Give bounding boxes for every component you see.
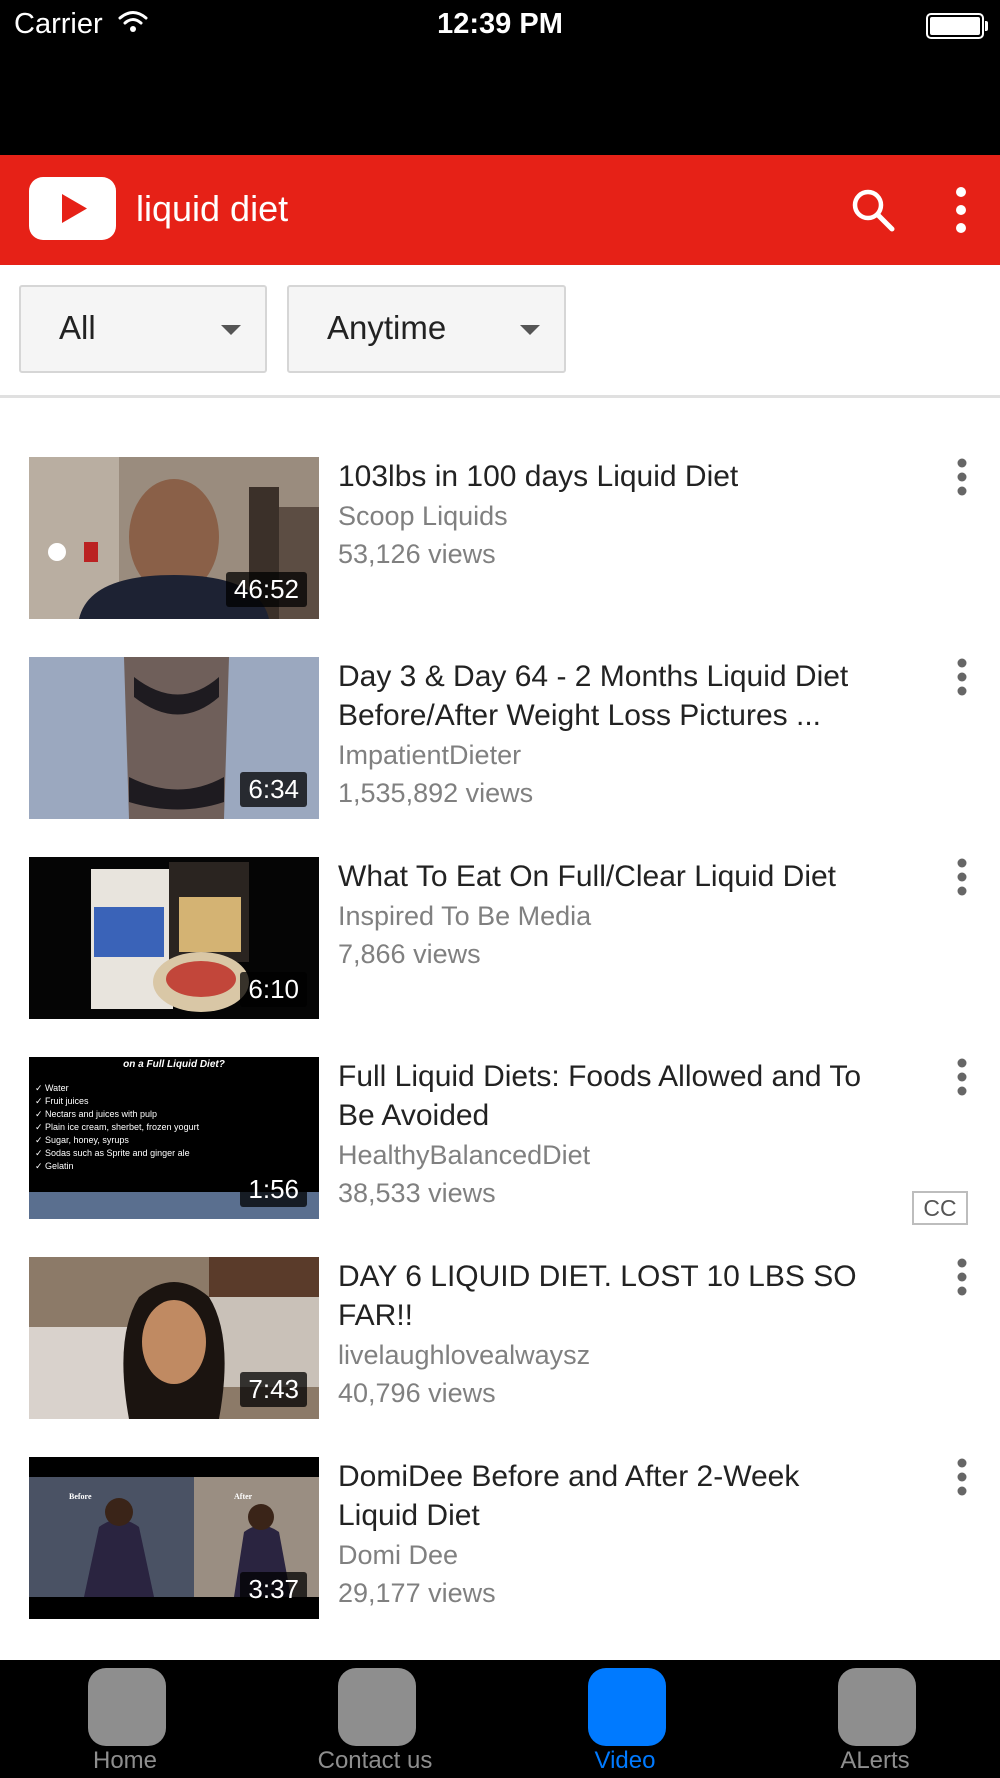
video-title[interactable]: 103lbs in 100 days Liquid Diet: [338, 457, 868, 496]
channel-name: HealthyBalancedDiet: [338, 1140, 591, 1170]
video-title[interactable]: Day 3 & Day 64 - 2 Months Liquid Diet Be…: [338, 657, 868, 735]
alerts-icon: [838, 1668, 916, 1746]
divider: [0, 395, 1000, 398]
channel-name: Scoop Liquids: [338, 501, 508, 531]
thumb-before-label: Before: [69, 1492, 92, 1501]
video-duration: 7:43: [240, 1372, 307, 1407]
list-item[interactable]: 6:10 What To Eat On Full/Clear Liquid Di…: [0, 857, 1000, 1022]
video-title[interactable]: DomiDee Before and After 2-Week Liquid D…: [338, 1457, 868, 1535]
svg-text:✓: ✓: [35, 1123, 43, 1133]
tab-alerts[interactable]: ALerts: [750, 1660, 1000, 1778]
thumb-list-item: Fruit juices: [45, 1096, 89, 1106]
thumb-list-item: Water: [45, 1083, 69, 1093]
view-count: 29,177 views: [338, 1578, 496, 1608]
thumb-list-item: Sugar, honey, syrups: [45, 1135, 129, 1145]
video-title[interactable]: DAY 6 LIQUID DIET. LOST 10 LBS SO FAR!!: [338, 1257, 868, 1335]
video-thumbnail[interactable]: 46:52: [29, 457, 319, 619]
list-item[interactable]: Before After 3:37 DomiDee Before and Aft…: [0, 1457, 1000, 1622]
video-thumbnail[interactable]: 6:34: [29, 657, 319, 819]
tab-home[interactable]: Home: [0, 1660, 250, 1778]
svg-text:✓: ✓: [35, 1097, 43, 1107]
more-options-icon[interactable]: [950, 1257, 974, 1301]
filter-bar: All Anytime: [0, 265, 1000, 375]
view-count: 38,533 views: [338, 1178, 496, 1208]
contact-icon: [338, 1668, 416, 1746]
home-icon: [88, 1668, 166, 1746]
channel-name: Domi Dee: [338, 1540, 459, 1570]
view-count: 40,796 views: [338, 1378, 496, 1408]
date-filter-dropdown[interactable]: Anytime: [287, 285, 566, 373]
type-filter-dropdown[interactable]: All: [19, 285, 267, 373]
video-info[interactable]: Day 3 & Day 64 - 2 Months Liquid Diet Be…: [338, 657, 868, 812]
tab-label: Home: [92, 1747, 158, 1774]
status-bar: Carrier 12:39 PM: [0, 0, 1000, 50]
search-icon[interactable]: [848, 185, 898, 235]
tab-label: ALerts: [840, 1747, 910, 1774]
type-filter-label: All: [59, 309, 96, 346]
app-content: liquid diet All Anytime 46:52 103lbs in …: [0, 155, 1000, 1660]
svg-text:✓: ✓: [35, 1149, 43, 1159]
thumb-after-label: After: [234, 1492, 253, 1501]
chevron-down-icon: [520, 325, 540, 335]
video-duration: 6:10: [240, 972, 307, 1007]
list-item[interactable]: 46:52 103lbs in 100 days Liquid Diet Sco…: [0, 457, 1000, 622]
video-duration: 46:52: [225, 572, 307, 607]
thumb-list-item: Nectars and juices with pulp: [45, 1109, 157, 1119]
video-title[interactable]: Full Liquid Diets: Foods Allowed and To …: [338, 1057, 868, 1135]
video-duration: 1:56: [240, 1172, 307, 1207]
video-info[interactable]: Full Liquid Diets: Foods Allowed and To …: [338, 1057, 868, 1212]
battery-icon: [926, 13, 988, 39]
svg-text:✓: ✓: [35, 1110, 43, 1120]
channel-name: ImpatientDieter: [338, 740, 522, 770]
youtube-logo-icon[interactable]: [29, 177, 116, 240]
view-count: 7,866 views: [338, 939, 481, 969]
video-thumbnail[interactable]: 7:43: [29, 1257, 319, 1419]
more-options-icon[interactable]: [950, 1057, 974, 1101]
chevron-down-icon: [221, 325, 241, 335]
tab-label: Video: [594, 1747, 656, 1774]
thumb-list-item: Gelatin: [45, 1161, 74, 1171]
more-options-icon[interactable]: [950, 1457, 974, 1501]
app-bar: liquid diet: [0, 155, 1000, 265]
video-thumbnail[interactable]: Before After 3:37: [29, 1457, 319, 1619]
search-query[interactable]: liquid diet: [136, 188, 288, 230]
video-duration: 3:37: [240, 1572, 307, 1607]
overflow-menu-icon[interactable]: [944, 183, 978, 237]
video-info[interactable]: What To Eat On Full/Clear Liquid Diet In…: [338, 857, 868, 973]
video-info[interactable]: DAY 6 LIQUID DIET. LOST 10 LBS SO FAR!! …: [338, 1257, 868, 1412]
video-thumbnail[interactable]: 6:10: [29, 857, 319, 1019]
tab-video[interactable]: Video: [500, 1660, 750, 1778]
tab-label: Contact us: [317, 1747, 433, 1774]
list-item[interactable]: 6:34 Day 3 & Day 64 - 2 Months Liquid Di…: [0, 657, 1000, 822]
view-count: 53,126 views: [338, 539, 496, 569]
video-duration: 6:34: [240, 772, 307, 807]
svg-text:✓: ✓: [35, 1162, 43, 1172]
video-icon: [588, 1668, 666, 1746]
svg-text:✓: ✓: [35, 1084, 43, 1094]
closed-captions-badge: CC: [912, 1191, 968, 1225]
status-time: 12:39 PM: [437, 8, 563, 40]
channel-name: Inspired To Be Media: [338, 901, 592, 931]
tab-bar: Home Contact us Video ALerts: [0, 1660, 1000, 1778]
video-info[interactable]: DomiDee Before and After 2-Week Liquid D…: [338, 1457, 868, 1612]
thumb-heading: on a Full Liquid Diet?: [123, 1059, 225, 1070]
list-item[interactable]: 7:43 DAY 6 LIQUID DIET. LOST 10 LBS SO F…: [0, 1257, 1000, 1422]
video-thumbnail[interactable]: on a Full Liquid Diet? Water Fruit juice…: [29, 1057, 319, 1219]
video-info[interactable]: 103lbs in 100 days Liquid Diet Scoop Liq…: [338, 457, 868, 573]
view-count: 1,535,892 views: [338, 778, 534, 808]
more-options-icon[interactable]: [950, 857, 974, 901]
channel-name: livelaughlovealwaysz: [338, 1340, 591, 1370]
more-options-icon[interactable]: [950, 657, 974, 701]
thumb-list-item: Plain ice cream, sherbet, frozen yogurt: [45, 1122, 200, 1132]
thumb-list-item: Sodas such as Sprite and ginger ale: [45, 1148, 190, 1158]
tab-contact-us[interactable]: Contact us: [250, 1660, 500, 1778]
video-title[interactable]: What To Eat On Full/Clear Liquid Diet: [338, 857, 868, 896]
more-options-icon[interactable]: [950, 457, 974, 501]
date-filter-label: Anytime: [327, 309, 447, 346]
list-item[interactable]: on a Full Liquid Diet? Water Fruit juice…: [0, 1057, 1000, 1225]
svg-text:✓: ✓: [35, 1136, 43, 1146]
